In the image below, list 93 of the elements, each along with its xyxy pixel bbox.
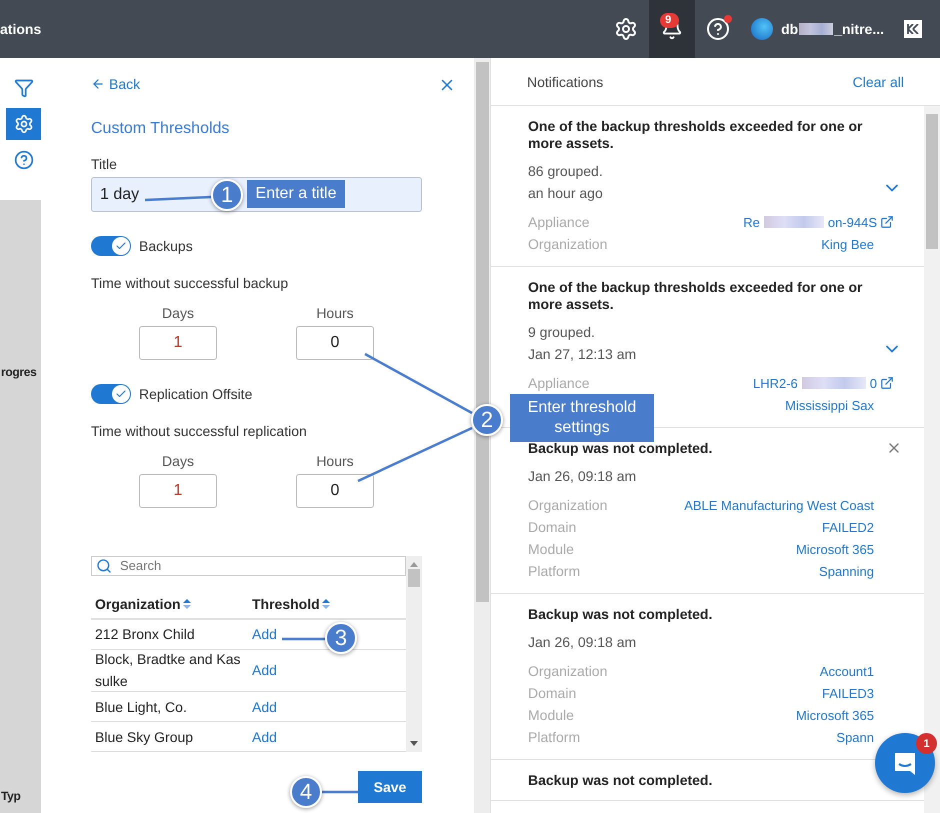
- table-cell-text: Blue Sky Group: [95, 728, 194, 747]
- field-label: Platform: [528, 563, 580, 579]
- user-menu[interactable]: db _nitre...: [751, 18, 884, 40]
- field-label: Hours: [316, 305, 354, 321]
- field-label: Organization: [528, 236, 608, 252]
- field-value-link[interactable]: Microsoft 365: [796, 708, 874, 722]
- field-value-link[interactable]: FAILED2: [822, 520, 874, 534]
- sort-icon[interactable]: [322, 598, 330, 608]
- field-value-link[interactable]: Microsoft 365: [796, 542, 874, 556]
- days-field[interactable]: 1: [139, 326, 217, 360]
- add-link[interactable]: Add: [252, 728, 277, 744]
- notification-meta: Jan 26, 09:18 am: [528, 467, 638, 486]
- field-value-link[interactable]: Re on-944S: [743, 214, 894, 230]
- field-value-link[interactable]: LHR2-6 0: [752, 376, 894, 390]
- field-value-link[interactable]: ABLE Manufacturing West Coast: [684, 498, 874, 512]
- notification-title: Backup was not completed.: [528, 606, 714, 623]
- notification-meta: an hour ago: [528, 184, 604, 203]
- settings-icon[interactable]: [6, 108, 41, 140]
- callout-label: Enter a title: [247, 180, 345, 208]
- search-field[interactable]: Search: [91, 556, 406, 576]
- scrollbar[interactable]: [474, 58, 490, 813]
- column-header[interactable]: Organization: [95, 596, 181, 612]
- back-link[interactable]: Back: [91, 76, 422, 92]
- field-label: Appliance: [528, 375, 590, 391]
- hours-field[interactable]: 0: [296, 326, 374, 360]
- field-label: Days: [162, 453, 194, 469]
- callout-label: Enter threshold settings: [510, 394, 654, 442]
- field-label: Hours: [316, 453, 354, 469]
- field-value-link[interactable]: Spann: [836, 730, 874, 744]
- notification-meta: 86 grouped.: [528, 162, 604, 181]
- check-icon: [115, 388, 127, 400]
- add-link[interactable]: Add: [252, 662, 277, 678]
- toggle-switch[interactable]: [91, 236, 131, 256]
- scrollbar[interactable]: [924, 106, 940, 813]
- column-heading: Typ: [1, 789, 21, 803]
- field-value-link[interactable]: FAILED3: [822, 686, 874, 700]
- search-icon: [96, 558, 112, 574]
- help-icon: [706, 17, 730, 41]
- field-label: Domain: [528, 519, 576, 535]
- save-button[interactable]: Save: [358, 771, 422, 803]
- avatar-icon: [751, 18, 774, 40]
- notification-meta: Jan 26, 09:18 am: [528, 633, 638, 652]
- field-label: Domain: [528, 685, 576, 701]
- field-label: Module: [528, 541, 574, 557]
- sort-icon[interactable]: [182, 598, 191, 608]
- leader-line: [322, 790, 358, 794]
- table-cell-text: Blue Light, Co.: [95, 698, 188, 717]
- notification-meta: 9 grouped.: [528, 323, 596, 342]
- field-value-link[interactable]: Spanning: [819, 564, 874, 578]
- days-field[interactable]: 1: [139, 474, 217, 508]
- notification-title: Backup was not completed.: [528, 440, 714, 457]
- add-link[interactable]: Add: [252, 698, 277, 714]
- field-value-link[interactable]: Account1: [820, 664, 874, 678]
- field-value-link[interactable]: King Bee: [821, 236, 874, 252]
- field-label: Module: [528, 707, 574, 723]
- step-marker: 4: [290, 776, 322, 808]
- field-label: Days: [162, 305, 194, 321]
- check-icon: [115, 240, 127, 252]
- step-marker: 2: [471, 404, 503, 436]
- external-link-icon[interactable]: [880, 215, 894, 229]
- table-cell-text: Block, Bradtke and Kas sulke: [95, 650, 242, 692]
- scrollbar[interactable]: [406, 556, 422, 752]
- field-label: Appliance: [528, 214, 590, 230]
- column-header[interactable]: Threshold: [252, 596, 320, 612]
- field-value-link[interactable]: Mississippi Sax: [785, 398, 874, 412]
- panel-heading: Custom Thresholds: [91, 120, 230, 138]
- step-marker: 3: [325, 622, 357, 654]
- panel-title: Notifications: [527, 74, 604, 90]
- field-label: Platform: [528, 729, 580, 745]
- field-label: Organization: [528, 663, 608, 679]
- notifications-button[interactable]: 9: [649, 0, 696, 58]
- logo-icon[interactable]: [904, 20, 922, 38]
- notification-title: Backup was not completed.: [528, 772, 714, 789]
- external-link-icon[interactable]: [880, 376, 894, 390]
- section-caption: Time without successful backup: [91, 275, 290, 291]
- section-caption: Time without successful replication: [91, 423, 308, 439]
- add-link[interactable]: Add: [252, 626, 277, 642]
- field-label: Title: [91, 156, 118, 172]
- leader-line: [144, 196, 212, 202]
- hours-field[interactable]: 0: [296, 474, 374, 508]
- leader-line: [282, 638, 325, 640]
- notification-title: One of the backup thresholds exceeded for one or more assets.: [528, 279, 864, 313]
- field-label: Organization: [528, 497, 608, 513]
- clear-all-link[interactable]: Clear all: [852, 74, 904, 90]
- notification-meta: Jan 27, 12:13 am: [528, 345, 638, 364]
- column-heading: rogres: [1, 365, 37, 379]
- page-title: ations: [0, 21, 42, 37]
- toggle-label: Backups: [139, 238, 193, 254]
- toggle-switch[interactable]: [91, 384, 131, 404]
- toggle-label: Replication Offsite: [139, 386, 252, 402]
- notification-count: 9: [660, 13, 680, 28]
- notification-title: One of the backup thresholds exceeded for one or more assets.: [528, 118, 864, 152]
- table-cell-text: 212 Bronx Child: [95, 625, 196, 644]
